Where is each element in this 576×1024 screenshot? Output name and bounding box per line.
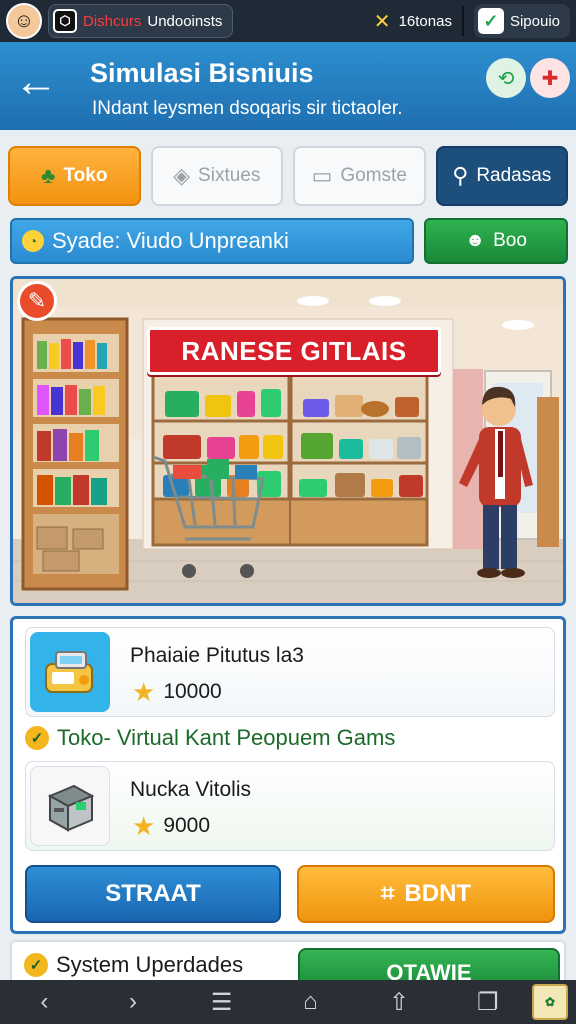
chevron-left-icon[interactable]: ‹ xyxy=(0,980,89,1024)
app-name-white: Undooinsts xyxy=(147,12,223,30)
product-title: Nucka Vitolis xyxy=(130,778,251,801)
avatar[interactable]: ☺ xyxy=(6,3,42,39)
box-icon: ◈ xyxy=(173,163,191,188)
price-value: 10000 xyxy=(163,680,222,703)
home-icon[interactable]: ⌂ xyxy=(266,980,355,1024)
system-nav-bar: ‹ › ☰ ⌂ ⇧ ❐ ✿ xyxy=(0,980,576,1024)
gift-icon[interactable]: ✚ xyxy=(530,58,570,98)
menu-icon[interactable]: ☰ xyxy=(177,980,266,1024)
status-check-pill[interactable]: ✓ Sipouio xyxy=(473,4,570,38)
app-pill[interactable]: ⬡ Dishcurs Undooinsts xyxy=(48,4,234,38)
tab-label: Sixtues xyxy=(198,165,261,186)
bdnt-button[interactable]: ⌗ BDNT xyxy=(297,865,555,923)
start-button[interactable]: STRAAT xyxy=(25,865,281,923)
product-panel: Phaiaie Pitutus la3 ★ 10000 ✓ Toko- Virt… xyxy=(10,616,566,934)
chevron-right-icon[interactable]: › xyxy=(89,980,178,1024)
ghost-icon: ☻ xyxy=(465,230,486,251)
tree-icon: ♣ xyxy=(41,163,56,188)
tab-label: Toko xyxy=(63,165,108,186)
edit-badge-icon[interactable]: ✎ xyxy=(17,281,57,321)
refresh-icon[interactable]: ⟲ xyxy=(486,58,526,98)
back-arrow-icon[interactable]: ← xyxy=(14,60,68,106)
green-action-button[interactable]: OTAWIE xyxy=(298,948,560,980)
clock-icon: ◔ xyxy=(22,230,44,252)
price-value: 9000 xyxy=(163,814,211,837)
boo-button[interactable]: ☻ Boo xyxy=(424,218,568,264)
page-header: ← Simulasi Bisniuis INdant leysmen dsoqa… xyxy=(0,42,576,134)
category-tabs: ♣ Toko ◈ Sixtues ▭ Gomste ⚲ Radasas xyxy=(8,146,568,206)
status-tools[interactable]: ✕ 16tonas xyxy=(374,9,452,34)
section-title: Toko- Virtual Kant Peopuem Gams xyxy=(57,725,396,750)
app-logo-icon: ⬡ xyxy=(53,9,77,33)
info-text: Syade: Viudo Unpreanki xyxy=(52,228,289,253)
page-title: Simulasi Bisniuis xyxy=(90,58,314,88)
store-sign: RANESE GITLAIS xyxy=(147,327,441,375)
tab-radasas[interactable]: ⚲ Radasas xyxy=(435,146,568,206)
product-card[interactable]: Phaiaie Pitutus la3 ★ 10000 xyxy=(25,627,555,717)
system-updates-label: ✓ System Uperdades xyxy=(24,952,243,978)
tools-icon: ✕ xyxy=(373,10,391,33)
tools-text: 16tonas xyxy=(398,12,452,30)
boo-label: Boo xyxy=(493,230,527,251)
tab-label: Radasas xyxy=(476,165,552,186)
cash-register-icon xyxy=(30,632,110,712)
check-badge-icon: ✓ xyxy=(24,953,48,977)
status-right-text: Sipouio xyxy=(509,12,560,30)
star-icon: ★ xyxy=(132,677,156,707)
app-name-red: Dishcurs xyxy=(83,12,142,30)
section-heading: ✓ Toko- Virtual Kant Peopuem Gams xyxy=(25,725,395,751)
tab-toko[interactable]: ♣ Toko xyxy=(8,146,141,206)
bdnt-label: BDNT xyxy=(404,880,472,907)
check-badge-icon: ✓ xyxy=(25,726,49,750)
status-bar: ☺ ⬡ Dishcurs Undooinsts ✕ 16tonas ✓ Sipo… xyxy=(0,0,576,42)
check-icon: ✓ xyxy=(477,8,504,34)
system-updates-strip: ✓ System Uperdades OTAWIE xyxy=(10,940,566,980)
product-price: ★ 10000 xyxy=(132,677,222,707)
search-icon: ⚲ xyxy=(452,163,469,188)
tab-sixtues[interactable]: ◈ Sixtues xyxy=(150,146,283,206)
page-subtitle: INdant leysmen dsoqaris sir tictaoler. xyxy=(92,98,403,119)
product-title: Phaiaie Pitutus la3 xyxy=(130,644,304,667)
product-card[interactable]: Nucka Vitolis ★ 9000 xyxy=(25,761,555,851)
app-shortcut-icon[interactable]: ✿ xyxy=(532,984,569,1020)
status-divider xyxy=(461,6,464,36)
monitor-icon: ▭ xyxy=(311,163,333,188)
tabs-icon[interactable]: ❐ xyxy=(443,980,532,1024)
info-bar[interactable]: ◔ Syade: Viudo Unpreanki xyxy=(10,218,414,264)
tab-label: Gomste xyxy=(340,165,407,186)
tab-gomste[interactable]: ▭ Gomste xyxy=(293,146,426,206)
tag-icon: ⌗ xyxy=(380,880,395,907)
system-updates-text: System Uperdades xyxy=(56,952,244,977)
star-icon: ★ xyxy=(132,811,156,841)
product-price: ★ 9000 xyxy=(132,811,211,841)
machine-icon xyxy=(30,766,110,846)
store-scene: ✎ RANESE GITLAIS xyxy=(10,276,566,606)
share-icon[interactable]: ⇧ xyxy=(355,980,444,1024)
